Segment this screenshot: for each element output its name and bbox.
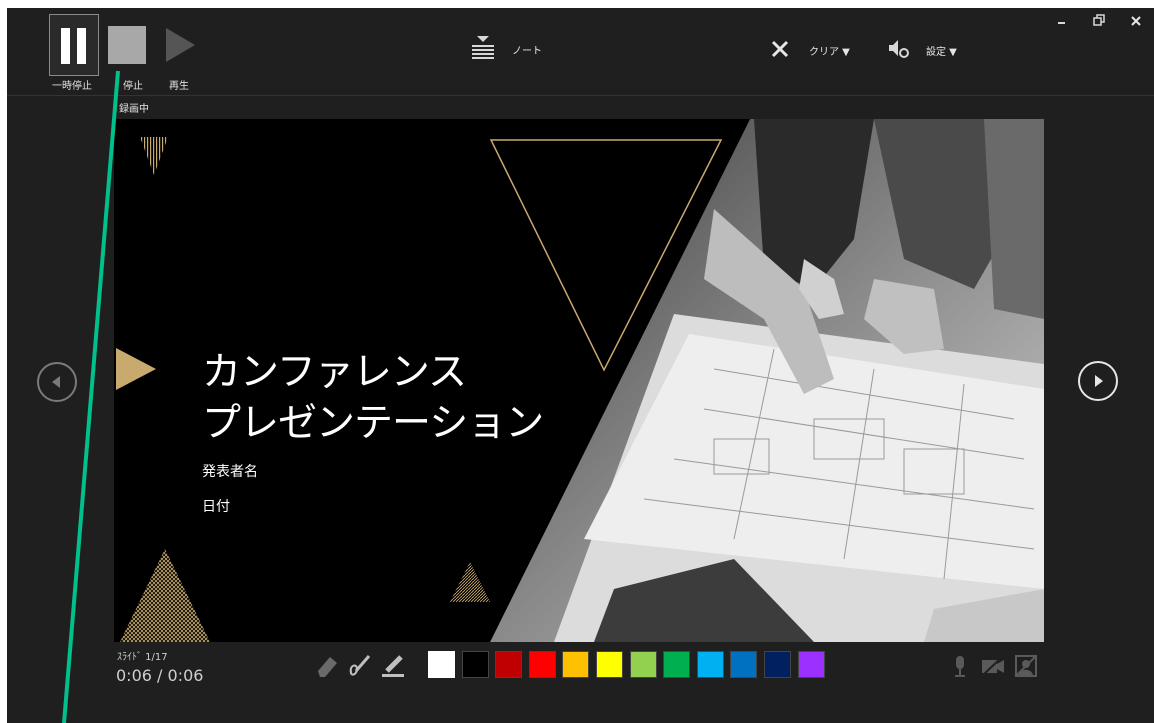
close-icon <box>1131 16 1141 26</box>
color-swatch[interactable] <box>562 651 590 678</box>
prev-slide-icon <box>52 376 60 388</box>
clear-x-icon <box>771 40 789 58</box>
color-swatch[interactable] <box>428 651 455 678</box>
slide-date: 日付 <box>202 499 230 515</box>
pause-icon <box>61 28 86 64</box>
eraser-tool[interactable] <box>314 653 340 679</box>
slide-title-line1: カンファレンス <box>202 350 467 395</box>
prev-slide-button[interactable] <box>37 362 77 402</box>
minimize-button[interactable] <box>1056 12 1072 31</box>
microphone-button[interactable] <box>947 653 973 679</box>
color-swatch[interactable] <box>797 651 825 678</box>
clear-button[interactable]: クリア ▼ <box>770 38 860 62</box>
color-swatch[interactable] <box>629 651 657 678</box>
highlighter-tool[interactable] <box>380 653 406 679</box>
play-icon <box>166 28 195 62</box>
settings-label: 設定 ▼ <box>926 47 957 58</box>
recording-status: 録画中 <box>119 104 149 115</box>
slide-counter: ｽﾗｲﾄﾞ 1/17 <box>117 652 168 663</box>
color-swatch[interactable] <box>730 651 758 678</box>
stop-label: 停止 <box>123 81 143 92</box>
notes-icon <box>472 36 494 59</box>
pen-tool[interactable] <box>347 653 373 679</box>
play-button[interactable] <box>161 14 207 74</box>
clear-label: クリア ▼ <box>809 47 850 58</box>
color-swatch[interactable] <box>596 651 623 678</box>
restore-icon <box>1093 14 1105 26</box>
slide-preview: カンファレンス プレゼンテーション 発表者名 日付 <box>114 119 1044 642</box>
color-swatch[interactable] <box>461 651 489 678</box>
color-swatch[interactable] <box>495 651 523 678</box>
color-swatch[interactable] <box>663 651 691 678</box>
pause-label: 一時停止 <box>52 81 92 92</box>
slide-title: カンファレンス プレゼンテーション <box>202 347 544 449</box>
settings-speaker-icon <box>889 40 909 58</box>
settings-button[interactable]: 設定 ▼ <box>887 38 977 62</box>
color-swatch[interactable] <box>528 651 556 678</box>
camera-icon <box>982 656 1004 676</box>
next-slide-icon <box>1095 375 1103 387</box>
highlighter-icon <box>382 655 404 677</box>
play-label: 再生 <box>169 81 189 92</box>
slide-title-line2: プレゼンテーション <box>202 401 544 446</box>
color-swatch[interactable] <box>764 651 791 678</box>
microphone-icon <box>955 656 965 677</box>
color-swatch[interactable] <box>696 651 724 678</box>
minimize-icon <box>1058 22 1065 24</box>
camera-preview-button[interactable] <box>1013 653 1039 679</box>
slide-presenter: 発表者名 <box>202 464 258 480</box>
toolbar-divider <box>7 95 1154 96</box>
close-button[interactable] <box>1129 12 1145 31</box>
pen-icon <box>349 655 371 676</box>
camera-button[interactable] <box>980 653 1006 679</box>
stop-icon <box>108 26 146 64</box>
timer: 0:06 / 0:06 <box>116 666 204 685</box>
notes-button[interactable]: ノート <box>470 34 550 64</box>
stop-button[interactable] <box>106 14 152 74</box>
restore-button[interactable] <box>1092 12 1108 31</box>
pause-button[interactable] <box>49 14 99 76</box>
eraser-icon <box>318 657 337 677</box>
camera-preview-icon <box>1015 655 1037 677</box>
next-slide-button[interactable] <box>1078 361 1118 401</box>
recording-window: 一時停止 停止 再生 録画中 ノート クリア ▼ 設定 ▼ カンファレンス プレ… <box>7 8 1154 723</box>
notes-label: ノート <box>512 46 542 57</box>
